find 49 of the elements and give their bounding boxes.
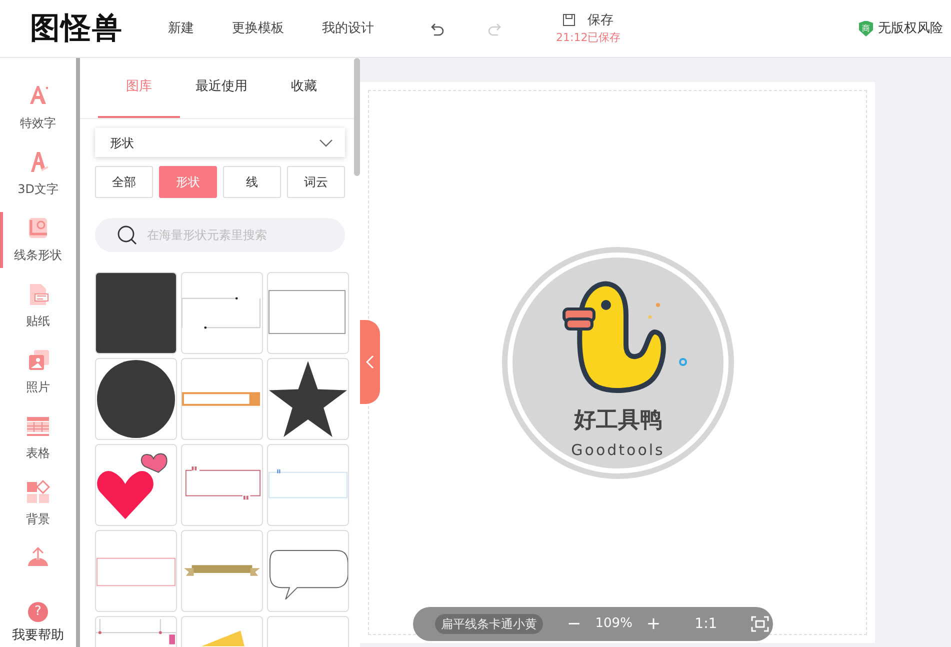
dropdown-value: 形状	[110, 134, 134, 152]
shape-tile[interactable]	[267, 530, 349, 612]
table-icon	[26, 414, 50, 438]
copyright-label[interactable]: 无版权风险	[878, 18, 943, 38]
sidebar-item[interactable]: 3D文字	[0, 146, 76, 202]
sticky-note-drawing	[202, 630, 244, 646]
shape-tile[interactable]	[181, 358, 263, 440]
panel-tab[interactable]: 收藏	[262, 58, 345, 118]
save-status: 21:12已保存	[556, 30, 621, 46]
search-field[interactable]: 在海量形状元素里搜索	[95, 218, 345, 252]
sidebar-item[interactable]: 特效字	[0, 80, 76, 136]
panel-tab[interactable]: 最近使用	[180, 58, 263, 118]
sidebar-item[interactable]: 照片	[0, 344, 76, 400]
sidebar-item[interactable]: 贴纸	[0, 278, 76, 334]
category-dropdown[interactable]: 形状	[95, 128, 345, 157]
chevron-left-icon	[366, 355, 374, 369]
shape-tile[interactable]	[95, 444, 177, 526]
shape-tile[interactable]	[267, 444, 349, 526]
shape-tile[interactable]	[95, 530, 177, 612]
filter-button[interactable]: 全部	[95, 166, 153, 198]
sidebar-item[interactable]: 线条形状	[0, 212, 76, 268]
nav-link[interactable]: 更换模板	[224, 14, 292, 42]
sidebar-item[interactable]: 表格	[0, 410, 76, 466]
fit-screen-icon	[751, 616, 770, 632]
logo: 图怪兽	[30, 14, 124, 44]
hearts-drawing	[97, 453, 168, 520]
save-icon	[563, 14, 576, 26]
filter-button[interactable]: 线	[223, 166, 281, 198]
squares-icon	[26, 480, 50, 504]
zoom-level: 109%	[595, 615, 632, 634]
nav-link[interactable]: 新建	[160, 14, 202, 42]
shape-icon	[26, 216, 50, 240]
collapse-tab[interactable]	[360, 320, 380, 404]
logo-subtitle: Goodtools	[570, 440, 664, 458]
shape-tile[interactable]	[181, 530, 263, 612]
photo-icon	[26, 348, 50, 372]
save-button[interactable]: 保存	[563, 10, 614, 30]
shield-icon: 商	[859, 20, 873, 36]
shape-tile[interactable]	[181, 272, 263, 354]
search-icon	[117, 225, 137, 245]
chevron-down-icon	[319, 138, 333, 146]
shape-tile[interactable]	[181, 444, 263, 526]
nav-link[interactable]: 我的设计	[314, 14, 382, 42]
logo-title: 好工具鸭	[574, 408, 662, 432]
shape-tile[interactable]	[267, 272, 349, 354]
sidebar-item[interactable]: 背景	[0, 476, 76, 532]
template-name: 扁平线条卡通小黄	[435, 614, 543, 634]
filter-button[interactable]: 词云	[287, 166, 345, 198]
help-label[interactable]: 我要帮助	[12, 626, 64, 645]
